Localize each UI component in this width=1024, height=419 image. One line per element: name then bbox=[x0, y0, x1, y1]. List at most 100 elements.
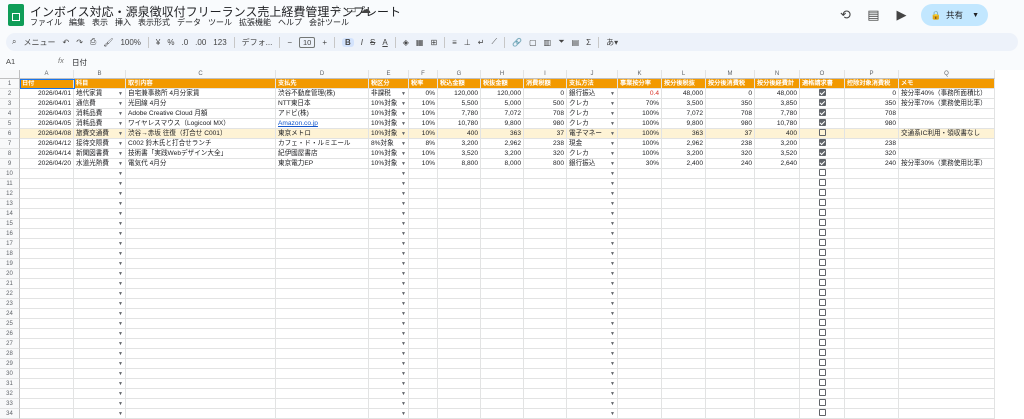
cell-desc[interactable]: 光回線 4月分 bbox=[126, 99, 276, 109]
empty-cell[interactable]: ▼ bbox=[567, 389, 618, 399]
empty-cell[interactable]: ▼ bbox=[369, 369, 409, 379]
cell-alloc-total[interactable]: 3,200 bbox=[755, 139, 800, 149]
empty-cell[interactable] bbox=[800, 299, 845, 309]
empty-cell[interactable] bbox=[524, 319, 567, 329]
dropdown-arrow-icon[interactable]: ▼ bbox=[118, 189, 123, 198]
empty-cell[interactable]: ▼ bbox=[567, 289, 618, 299]
search-icon[interactable]: ⌕ bbox=[12, 37, 16, 47]
empty-cell[interactable] bbox=[126, 409, 276, 419]
empty-cell[interactable] bbox=[20, 339, 74, 349]
empty-cell[interactable] bbox=[20, 329, 74, 339]
empty-cell[interactable] bbox=[481, 339, 524, 349]
empty-cell[interactable] bbox=[899, 219, 995, 229]
dropdown-arrow-icon[interactable]: ▼ bbox=[401, 129, 406, 138]
cell-date[interactable]: 2026/04/20 bbox=[20, 159, 74, 169]
empty-cell[interactable] bbox=[126, 249, 276, 259]
dropdown-arrow-icon[interactable]: ▼ bbox=[401, 369, 406, 378]
row-number[interactable]: 8 bbox=[0, 149, 20, 159]
header-cell[interactable]: 消費税額 bbox=[524, 79, 567, 89]
row-number[interactable]: 5 bbox=[0, 119, 20, 129]
cell-desc[interactable]: C002 鈴木氏と打合せランチ bbox=[126, 139, 276, 149]
cell-tax-class[interactable]: 8%対象 ▼ bbox=[369, 139, 409, 149]
empty-cell[interactable] bbox=[706, 259, 755, 269]
menu-search-label[interactable]: メニュー bbox=[23, 37, 55, 48]
cell-invoice[interactable] bbox=[800, 139, 845, 149]
empty-cell[interactable]: ▼ bbox=[74, 199, 126, 209]
cell-invoice[interactable] bbox=[800, 109, 845, 119]
empty-cell[interactable] bbox=[126, 369, 276, 379]
empty-cell[interactable] bbox=[481, 299, 524, 309]
cell-rate[interactable]: 10% bbox=[409, 99, 438, 109]
dropdown-arrow-icon[interactable]: ▼ bbox=[118, 119, 123, 128]
empty-cell[interactable] bbox=[126, 399, 276, 409]
empty-cell[interactable] bbox=[409, 169, 438, 179]
cell-alloc-tax[interactable]: 980 bbox=[706, 119, 755, 129]
dropdown-arrow-icon[interactable]: ▼ bbox=[118, 209, 123, 218]
row-number[interactable]: 11 bbox=[0, 179, 20, 189]
row-number[interactable]: 23 bbox=[0, 299, 20, 309]
invoice-checkbox[interactable] bbox=[818, 319, 826, 327]
dropdown-arrow-icon[interactable]: ▼ bbox=[610, 329, 615, 338]
cell-desc[interactable]: Adobe Creative Cloud 月額 bbox=[126, 109, 276, 119]
empty-cell[interactable]: ▼ bbox=[74, 349, 126, 359]
empty-cell[interactable]: ▼ bbox=[567, 189, 618, 199]
dropdown-arrow-icon[interactable]: ▼ bbox=[610, 159, 615, 168]
empty-cell[interactable] bbox=[524, 389, 567, 399]
empty-cell[interactable]: ▼ bbox=[74, 279, 126, 289]
empty-cell[interactable] bbox=[20, 279, 74, 289]
empty-cell[interactable]: ▼ bbox=[567, 319, 618, 329]
empty-cell[interactable] bbox=[845, 349, 899, 359]
empty-cell[interactable] bbox=[845, 359, 899, 369]
empty-cell[interactable] bbox=[20, 259, 74, 269]
dropdown-arrow-icon[interactable]: ▼ bbox=[118, 379, 123, 388]
cell-tax[interactable]: 238 bbox=[524, 139, 567, 149]
cell-tax-class[interactable]: 10%対象 ▼ bbox=[369, 129, 409, 139]
empty-cell[interactable] bbox=[481, 169, 524, 179]
empty-cell[interactable] bbox=[438, 289, 481, 299]
cell-ratio[interactable]: 100% bbox=[618, 139, 662, 149]
empty-cell[interactable]: ▼ bbox=[74, 359, 126, 369]
menu-item[interactable]: 会計ツール bbox=[309, 17, 349, 28]
empty-cell[interactable]: ▼ bbox=[567, 269, 618, 279]
empty-cell[interactable] bbox=[618, 309, 662, 319]
empty-cell[interactable]: ▼ bbox=[369, 189, 409, 199]
dropdown-arrow-icon[interactable]: ▼ bbox=[118, 259, 123, 268]
cell-excl[interactable]: 7,072 bbox=[481, 109, 524, 119]
empty-cell[interactable] bbox=[409, 259, 438, 269]
empty-cell[interactable]: ▼ bbox=[74, 179, 126, 189]
column-header[interactable]: L bbox=[662, 70, 706, 79]
empty-cell[interactable]: ▼ bbox=[567, 229, 618, 239]
sheets-logo-icon[interactable] bbox=[8, 4, 24, 26]
comment-icon[interactable]: ▤ bbox=[865, 7, 881, 23]
empty-cell[interactable] bbox=[800, 179, 845, 189]
empty-cell[interactable] bbox=[126, 359, 276, 369]
dropdown-arrow-icon[interactable]: ▼ bbox=[610, 239, 615, 248]
empty-cell[interactable]: ▼ bbox=[369, 179, 409, 189]
invoice-checkbox[interactable] bbox=[818, 119, 826, 127]
empty-cell[interactable] bbox=[524, 339, 567, 349]
empty-cell[interactable] bbox=[662, 259, 706, 269]
empty-cell[interactable] bbox=[126, 279, 276, 289]
cell-memo[interactable]: 按分率70%（業務使用比率） bbox=[899, 99, 995, 109]
empty-cell[interactable] bbox=[618, 199, 662, 209]
empty-cell[interactable] bbox=[755, 299, 800, 309]
header-cell[interactable]: 日付 bbox=[20, 79, 74, 89]
cell-desc[interactable]: 技術書「実践Webデザイン大全」 bbox=[126, 149, 276, 159]
empty-cell[interactable] bbox=[899, 329, 995, 339]
cell-alloc-total[interactable]: 48,000 bbox=[755, 89, 800, 99]
dropdown-arrow-icon[interactable]: ▼ bbox=[401, 269, 406, 278]
decrease-decimal-button[interactable]: .0 bbox=[182, 38, 189, 47]
filter-views-icon[interactable]: ▤ bbox=[572, 38, 580, 47]
header-cell[interactable]: メモ bbox=[899, 79, 995, 89]
empty-cell[interactable] bbox=[409, 409, 438, 419]
empty-cell[interactable] bbox=[845, 279, 899, 289]
empty-cell[interactable] bbox=[481, 369, 524, 379]
font-size-increase-button[interactable]: + bbox=[322, 38, 327, 47]
empty-cell[interactable] bbox=[899, 179, 995, 189]
empty-cell[interactable] bbox=[20, 209, 74, 219]
empty-cell[interactable]: ▼ bbox=[369, 349, 409, 359]
empty-cell[interactable] bbox=[899, 259, 995, 269]
empty-cell[interactable] bbox=[438, 199, 481, 209]
dropdown-arrow-icon[interactable]: ▼ bbox=[401, 199, 406, 208]
column-header[interactable]: E bbox=[369, 70, 409, 79]
